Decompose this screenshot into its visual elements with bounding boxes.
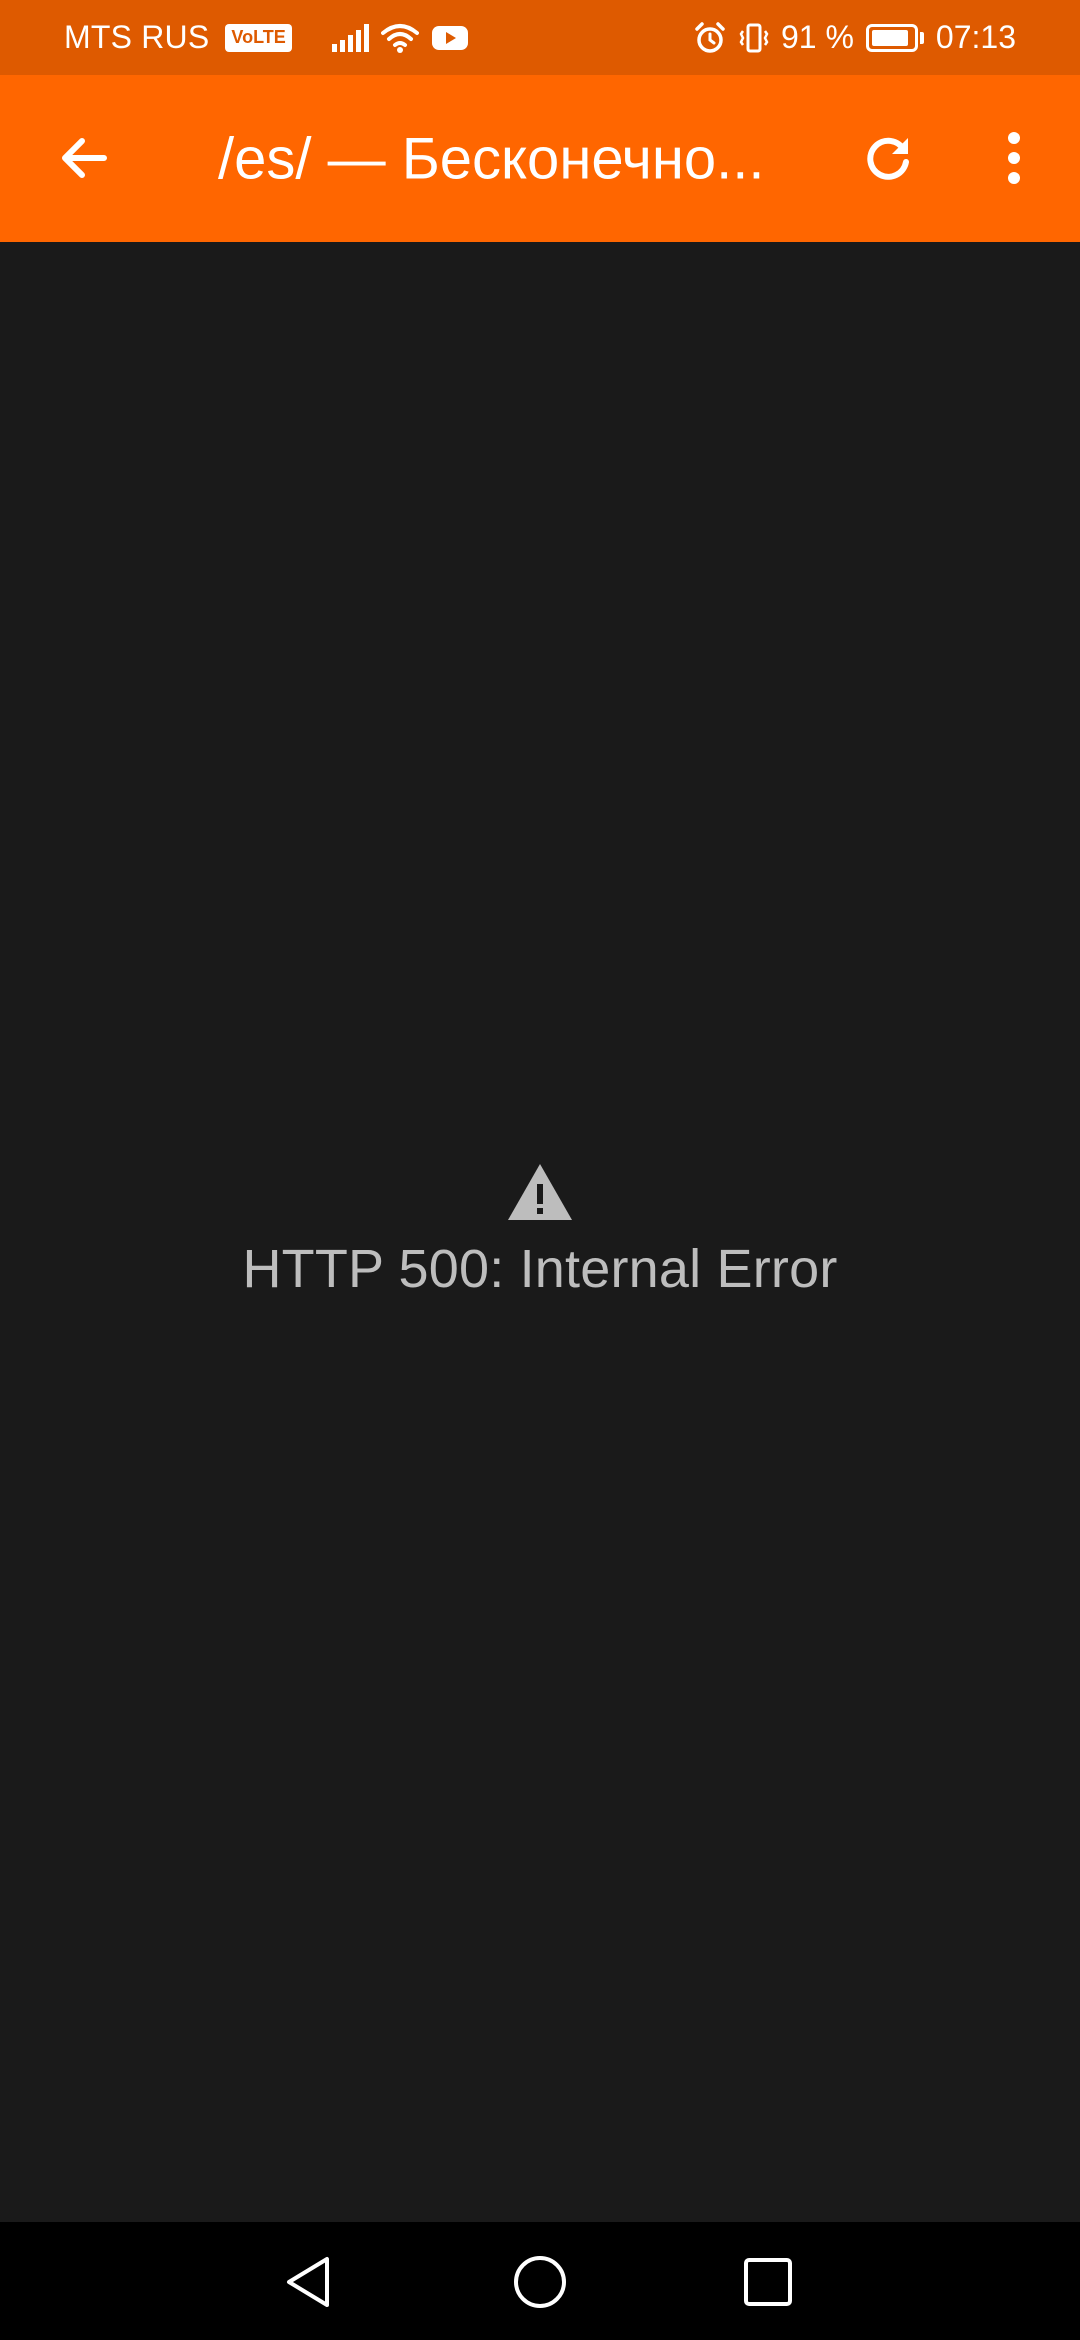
carrier-name: MTS RUS bbox=[64, 19, 210, 55]
web-content: HTTP 500: Internal Error bbox=[0, 242, 1080, 2222]
back-button[interactable] bbox=[36, 110, 132, 206]
alarm-icon bbox=[693, 21, 727, 55]
nav-back-icon bbox=[287, 2257, 329, 2307]
more-options-button[interactable] bbox=[966, 110, 1062, 206]
nav-recents-icon bbox=[744, 2258, 792, 2306]
app-bar: /es/ — Бесконечно... bbox=[0, 75, 1080, 242]
error-message: HTTP 500: Internal Error bbox=[242, 1239, 838, 1299]
page-title: /es/ — Бесконечно... bbox=[218, 126, 765, 191]
warning-icon bbox=[508, 1164, 572, 1220]
nav-home-icon bbox=[514, 2256, 566, 2308]
volte-badge: VoLTE bbox=[225, 23, 292, 52]
more-vert-icon bbox=[1008, 132, 1020, 184]
youtube-icon bbox=[431, 24, 469, 52]
refresh-icon bbox=[867, 137, 909, 180]
nav-home-button[interactable] bbox=[500, 2242, 580, 2322]
battery-percent: 91 % bbox=[780, 19, 854, 55]
back-arrow-icon bbox=[62, 138, 107, 178]
status-left: MTS RUS VoLTE bbox=[64, 19, 469, 56]
battery-fill bbox=[871, 29, 909, 46]
status-bar: MTS RUS VoLTE 91 % 07:13 bbox=[0, 0, 1080, 75]
battery-icon bbox=[865, 23, 924, 52]
nav-recents-button[interactable] bbox=[728, 2242, 808, 2322]
refresh-button[interactable] bbox=[840, 110, 936, 206]
vibrate-icon bbox=[739, 22, 769, 54]
nav-back-button[interactable] bbox=[268, 2242, 348, 2322]
clock: 07:13 bbox=[935, 19, 1016, 55]
system-nav-bar bbox=[0, 2222, 1080, 2340]
signal-icon bbox=[331, 23, 369, 52]
wifi-icon bbox=[380, 23, 419, 53]
status-right: 91 % 07:13 bbox=[693, 19, 1016, 56]
error-container: HTTP 500: Internal Error bbox=[0, 1162, 1080, 1300]
